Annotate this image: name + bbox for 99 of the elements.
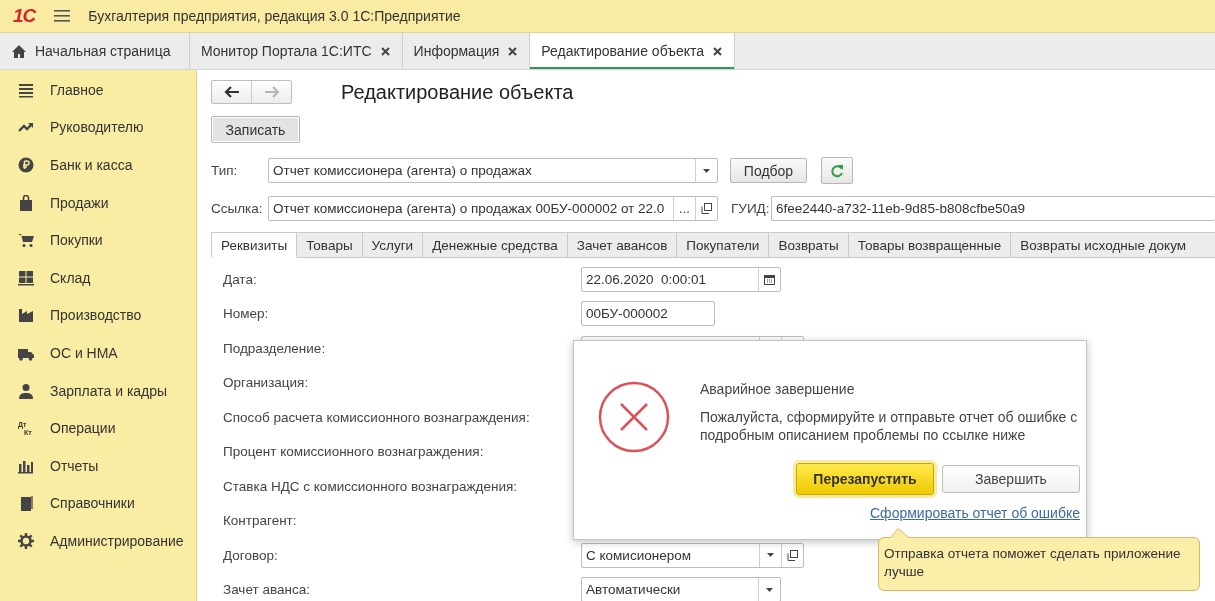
- tab[interactable]: Покупатели: [677, 232, 770, 258]
- sidebar-item[interactable]: Покупки: [0, 221, 196, 259]
- calendar-icon: [764, 273, 775, 285]
- list-icon: [18, 81, 34, 98]
- sidebar-label: Производство: [50, 307, 142, 324]
- finish-button[interactable]: Завершить: [942, 465, 1080, 493]
- tab[interactable]: Монитор Портала 1С:ИТС: [190, 33, 403, 69]
- more-button[interactable]: ...: [673, 197, 695, 220]
- tab-label: Информация: [413, 43, 500, 59]
- person-icon: [18, 382, 34, 399]
- report-link[interactable]: Сформировать отчет об ошибке: [870, 505, 1080, 521]
- save-button[interactable]: Записать: [211, 116, 300, 143]
- home-icon: [11, 43, 27, 59]
- caret-icon: [703, 168, 710, 173]
- sidebar-item[interactable]: Производство: [0, 296, 196, 335]
- form-title: Редактирование объекта: [341, 80, 574, 104]
- sidebar-label: Руководителю: [50, 119, 144, 136]
- forward-arrow-icon: [263, 85, 280, 99]
- pick-button[interactable]: Подбор: [730, 158, 807, 183]
- sidebar-item[interactable]: Главное: [0, 71, 196, 109]
- sidebar-item[interactable]: Справочники: [0, 484, 196, 523]
- dialog-message: Пожалуйста, сформируйте и отправьте отчет об ошибке с подробным описанием проблемы по ссылке ниже: [700, 408, 1079, 444]
- sidebar-label: Операции: [50, 420, 116, 437]
- tab-label: Монитор Портала 1С:ИТС: [201, 43, 372, 59]
- sidebar-label: Покупки: [50, 232, 103, 249]
- app-logo: 1С: [13, 5, 36, 27]
- close-icon[interactable]: [379, 45, 391, 57]
- field-label: Контрагент:: [223, 513, 298, 529]
- sidebar-label: Администрирование: [50, 532, 184, 549]
- field-label: ГУИД:: [731, 201, 771, 216]
- sidebar-item[interactable]: Отчеты: [0, 446, 196, 485]
- factory-icon: [18, 307, 34, 324]
- select-field[interactable]: Автоматически: [581, 577, 781, 601]
- sidebar-label: Отчеты: [50, 457, 99, 474]
- settings-icon: [18, 532, 34, 549]
- caret-icon: [767, 553, 774, 558]
- tab-label: Начальная страница: [35, 43, 171, 59]
- sidebar-label: ОС и НМА: [50, 344, 118, 361]
- tab[interactable]: Услуги: [362, 232, 424, 258]
- link-field[interactable]: Отчет комиссионера (агента) о продажах 00БУ-000002 от 22.0 ...: [268, 196, 718, 221]
- type-field[interactable]: Отчет комиссионера (агента) о продажах: [268, 158, 718, 183]
- field-label: Подразделение:: [223, 340, 327, 356]
- open-icon: [701, 203, 712, 214]
- sidebar-item[interactable]: Зарплата и кадры: [0, 371, 196, 410]
- field-label: Ссылка:: [211, 201, 264, 216]
- sidebar-item[interactable]: Администрирование: [0, 522, 196, 560]
- nav-button-group[interactable]: [211, 80, 292, 104]
- bag-icon: [18, 194, 34, 211]
- tab[interactable]: Начальная страница: [0, 33, 190, 69]
- close-icon[interactable]: [712, 45, 724, 57]
- error-icon: [598, 381, 670, 453]
- back-arrow-icon: [223, 85, 240, 99]
- cart-icon: [18, 232, 34, 249]
- guid-field[interactable]: 6fee2440-a732-11eb-9d85-b808cfbe50a9: [771, 196, 1215, 221]
- field-label: Способ расчета комиссионного вознаграждения:: [223, 409, 531, 425]
- refresh-icon: [830, 163, 844, 178]
- field-label: Зачет аванса:: [223, 582, 311, 598]
- date-field[interactable]: 22.06.2020 0:00:01: [581, 266, 781, 292]
- select-field[interactable]: С комисионером: [581, 542, 804, 568]
- open-icon: [787, 549, 798, 561]
- sidebar-label: Зарплата и кадры: [50, 382, 168, 399]
- sidebar-item[interactable]: Банк и касса: [0, 146, 196, 184]
- sidebar-item[interactable]: Склад: [0, 258, 196, 297]
- window-title: Бухгалтерия предприятия, редакция 3.0 1С:Предприятие: [88, 8, 461, 24]
- restart-button[interactable]: Перезапустить: [796, 463, 934, 495]
- sidebar-label: Продажи: [50, 194, 109, 211]
- books-icon: [18, 495, 34, 512]
- menu-icon[interactable]: [54, 9, 71, 23]
- tab[interactable]: Товары: [297, 232, 363, 258]
- refresh-button[interactable]: [821, 157, 853, 184]
- coin-icon: [18, 157, 34, 173]
- dialog-title: Аварийное завершение: [700, 381, 856, 397]
- field-label: Номер:: [223, 306, 270, 322]
- sidebar-label: Банк и касса: [50, 157, 133, 173]
- grid-icon: [18, 269, 34, 286]
- tab[interactable]: Редактирование объекта: [530, 33, 736, 69]
- tooltip-text: Отправка отчета поможет сделать приложение лучше: [884, 546, 1181, 579]
- tab[interactable]: Товары возвращенные: [848, 232, 1012, 258]
- field-label: Организация:: [223, 375, 310, 391]
- sidebar-label: Склад: [50, 269, 91, 286]
- sidebar-item[interactable]: Продажи: [0, 183, 196, 222]
- sidebar-label: Справочники: [50, 495, 135, 512]
- field-label: Дата:: [223, 271, 258, 287]
- tab-label: Редактирование объекта: [541, 43, 705, 59]
- caret-icon: [766, 587, 773, 592]
- tab[interactable]: Денежные средства: [423, 232, 568, 258]
- sidebar-item[interactable]: ОС и НМА: [0, 334, 196, 372]
- field-label: Процент комиссионного вознаграждения:: [223, 444, 485, 460]
- sidebar-item[interactable]: Руководителю: [0, 108, 196, 147]
- sidebar-label: Главное: [50, 81, 104, 98]
- tab[interactable]: Зачет авансов: [567, 232, 678, 258]
- tab[interactable]: Возвраты: [769, 232, 849, 258]
- close-icon[interactable]: [507, 45, 519, 57]
- text-field[interactable]: 00БУ-000002: [581, 301, 715, 327]
- tab[interactable]: Возвраты исходные докум: [1011, 232, 1215, 258]
- field-label: Тип:: [211, 163, 239, 178]
- field-label: Ставка НДС с комиссионного вознаграждения:: [223, 478, 518, 494]
- field-label: Договор:: [223, 547, 279, 563]
- tab[interactable]: Реквизиты: [211, 232, 298, 258]
